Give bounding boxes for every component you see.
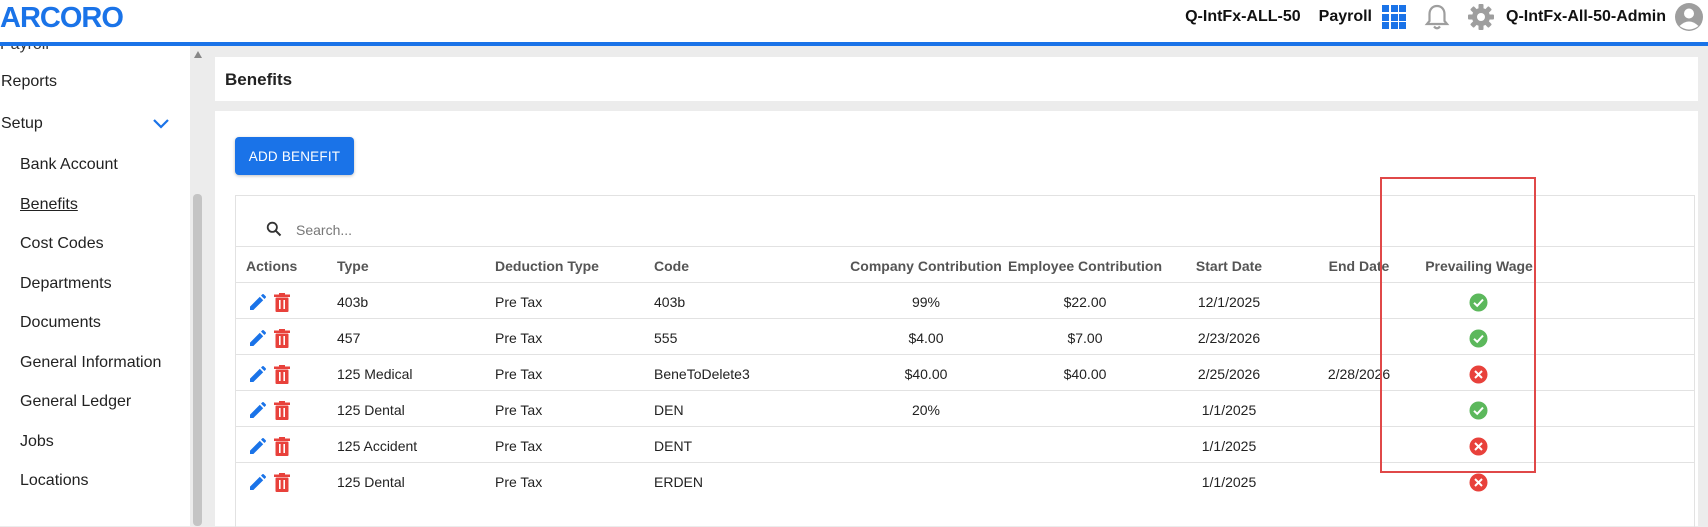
cell-deduction-type: Pre Tax bbox=[495, 402, 543, 418]
cell-deduction-type: Pre Tax bbox=[495, 438, 543, 454]
sidebar-item-payroll[interactable]: Payroll bbox=[0, 46, 49, 54]
column-header-employee-contribution[interactable]: Employee Contribution bbox=[1006, 247, 1164, 286]
cell-employee-contribution bbox=[1006, 391, 1164, 430]
cell-start-date: 1/1/2025 bbox=[1201, 438, 1257, 454]
cell-company-contribution: 99% bbox=[911, 294, 941, 310]
edit-icon[interactable] bbox=[247, 473, 267, 493]
x-circle-icon bbox=[1469, 473, 1488, 492]
cell-start-date: 2/23/2026 bbox=[1197, 330, 1261, 346]
module-name[interactable]: Payroll bbox=[1319, 8, 1372, 26]
cell-deduction-type: Pre Tax bbox=[495, 294, 543, 310]
delete-icon[interactable] bbox=[274, 401, 290, 420]
cell-employee-contribution: $7.00 bbox=[1067, 330, 1103, 346]
sidebar-item-benefits[interactable]: Benefits bbox=[20, 196, 78, 214]
sidebar-item-jobs[interactable]: Jobs bbox=[20, 433, 54, 451]
column-header-start-date[interactable]: Start Date bbox=[1164, 247, 1294, 286]
apps-grid-icon[interactable] bbox=[1382, 5, 1406, 29]
chevron-down-icon[interactable] bbox=[152, 118, 170, 130]
delete-icon[interactable] bbox=[274, 365, 290, 384]
edit-icon[interactable] bbox=[247, 437, 267, 457]
cell-type: 125 Medical bbox=[337, 366, 413, 382]
cell-employee-contribution bbox=[1006, 427, 1164, 466]
page-header: Benefits bbox=[215, 57, 1698, 101]
sidebar-item-general-ledger[interactable]: General Ledger bbox=[20, 393, 131, 411]
sidebar-item-locations[interactable]: Locations bbox=[20, 472, 89, 490]
delete-icon[interactable] bbox=[274, 473, 290, 492]
delete-icon[interactable] bbox=[274, 293, 290, 312]
sidebar-item-general-information[interactable]: General Information bbox=[20, 354, 161, 372]
arcoro-logo[interactable]: ARCORO bbox=[0, 0, 150, 34]
delete-icon[interactable] bbox=[274, 329, 290, 348]
column-header-actions: Actions bbox=[246, 258, 298, 274]
cell-code: 403b bbox=[654, 294, 686, 310]
search-input[interactable] bbox=[294, 218, 548, 242]
top-bar: ARCORO Q-IntFx-ALL-50 Payroll Q-IntFx-Al… bbox=[0, 0, 1708, 46]
sidebar-item-documents[interactable]: Documents bbox=[20, 314, 101, 332]
user-name[interactable]: Q-IntFx-All-50-Admin bbox=[1506, 8, 1666, 26]
bell-icon[interactable] bbox=[1424, 3, 1450, 31]
sidebar-item-departments[interactable]: Departments bbox=[20, 275, 112, 293]
cell-type: 125 Dental bbox=[337, 474, 405, 490]
svg-text:ARCORO: ARCORO bbox=[0, 2, 123, 34]
cell-employee-contribution: $22.00 bbox=[1063, 294, 1107, 310]
cell-type: 125 Dental bbox=[337, 402, 405, 418]
edit-icon[interactable] bbox=[247, 329, 267, 349]
cell-code: BeneToDelete3 bbox=[654, 366, 750, 382]
column-header-company-contribution[interactable]: Company Contribution bbox=[846, 247, 1006, 286]
cell-company-contribution: $4.00 bbox=[908, 330, 944, 346]
sidebar-item-cost-codes[interactable]: Cost Codes bbox=[20, 235, 104, 253]
prevailing-wage-highlight bbox=[1380, 177, 1536, 473]
cell-type: 403b bbox=[337, 294, 369, 310]
cell-deduction-type: Pre Tax bbox=[495, 474, 543, 490]
delete-icon[interactable] bbox=[274, 437, 290, 456]
cell-code: DEN bbox=[654, 402, 684, 418]
cell-deduction-type: Pre Tax bbox=[495, 366, 543, 382]
search-field[interactable] bbox=[258, 204, 556, 247]
cell-company-contribution: $40.00 bbox=[904, 366, 948, 382]
cell-code: 555 bbox=[654, 330, 678, 346]
cell-type: 125 Accident bbox=[337, 438, 418, 454]
cell-company-contribution bbox=[846, 463, 1006, 502]
cell-start-date: 2/25/2026 bbox=[1197, 366, 1261, 382]
sidebar-item-reports[interactable]: Reports bbox=[1, 73, 57, 91]
search-icon bbox=[266, 221, 282, 237]
top-bar-right: Q-IntFx-ALL-50 Payroll Q-IntFx-All-50-Ad… bbox=[1185, 0, 1704, 34]
cell-employee-contribution bbox=[1006, 463, 1164, 502]
sidebar: Payroll Reports Setup Bank Account Benef… bbox=[0, 46, 190, 526]
column-header-code[interactable]: Code bbox=[654, 247, 689, 286]
page-title: Benefits bbox=[225, 70, 293, 89]
cell-company-contribution bbox=[846, 427, 1006, 466]
cell-code: ERDEN bbox=[654, 474, 704, 490]
edit-icon[interactable] bbox=[247, 401, 267, 421]
column-header-deduction-type[interactable]: Deduction Type bbox=[495, 247, 599, 286]
cell-code: DENT bbox=[654, 438, 693, 454]
sidebar-item-bank-account[interactable]: Bank Account bbox=[20, 156, 118, 174]
sidebar-scroll-thumb[interactable] bbox=[193, 194, 202, 526]
scroll-up-arrow-icon[interactable] bbox=[194, 51, 202, 58]
sidebar-item-setup[interactable]: Setup bbox=[1, 115, 43, 133]
cell-type: 457 bbox=[337, 330, 361, 346]
cell-deduction-type: Pre Tax bbox=[495, 330, 543, 346]
cell-employee-contribution: $40.00 bbox=[1063, 366, 1107, 382]
edit-icon[interactable] bbox=[247, 365, 267, 385]
avatar-icon[interactable] bbox=[1674, 2, 1704, 32]
cell-start-date: 12/1/2025 bbox=[1197, 294, 1261, 310]
cell-start-date: 1/1/2025 bbox=[1201, 474, 1257, 490]
gear-icon[interactable] bbox=[1466, 2, 1496, 32]
tenant-name[interactable]: Q-IntFx-ALL-50 bbox=[1185, 8, 1301, 26]
edit-icon[interactable] bbox=[247, 293, 267, 313]
add-benefit-button[interactable]: ADD BENEFIT bbox=[235, 137, 354, 175]
cell-start-date: 1/1/2025 bbox=[1201, 402, 1257, 418]
cell-company-contribution: 20% bbox=[911, 402, 941, 418]
column-header-type[interactable]: Type bbox=[337, 247, 369, 286]
